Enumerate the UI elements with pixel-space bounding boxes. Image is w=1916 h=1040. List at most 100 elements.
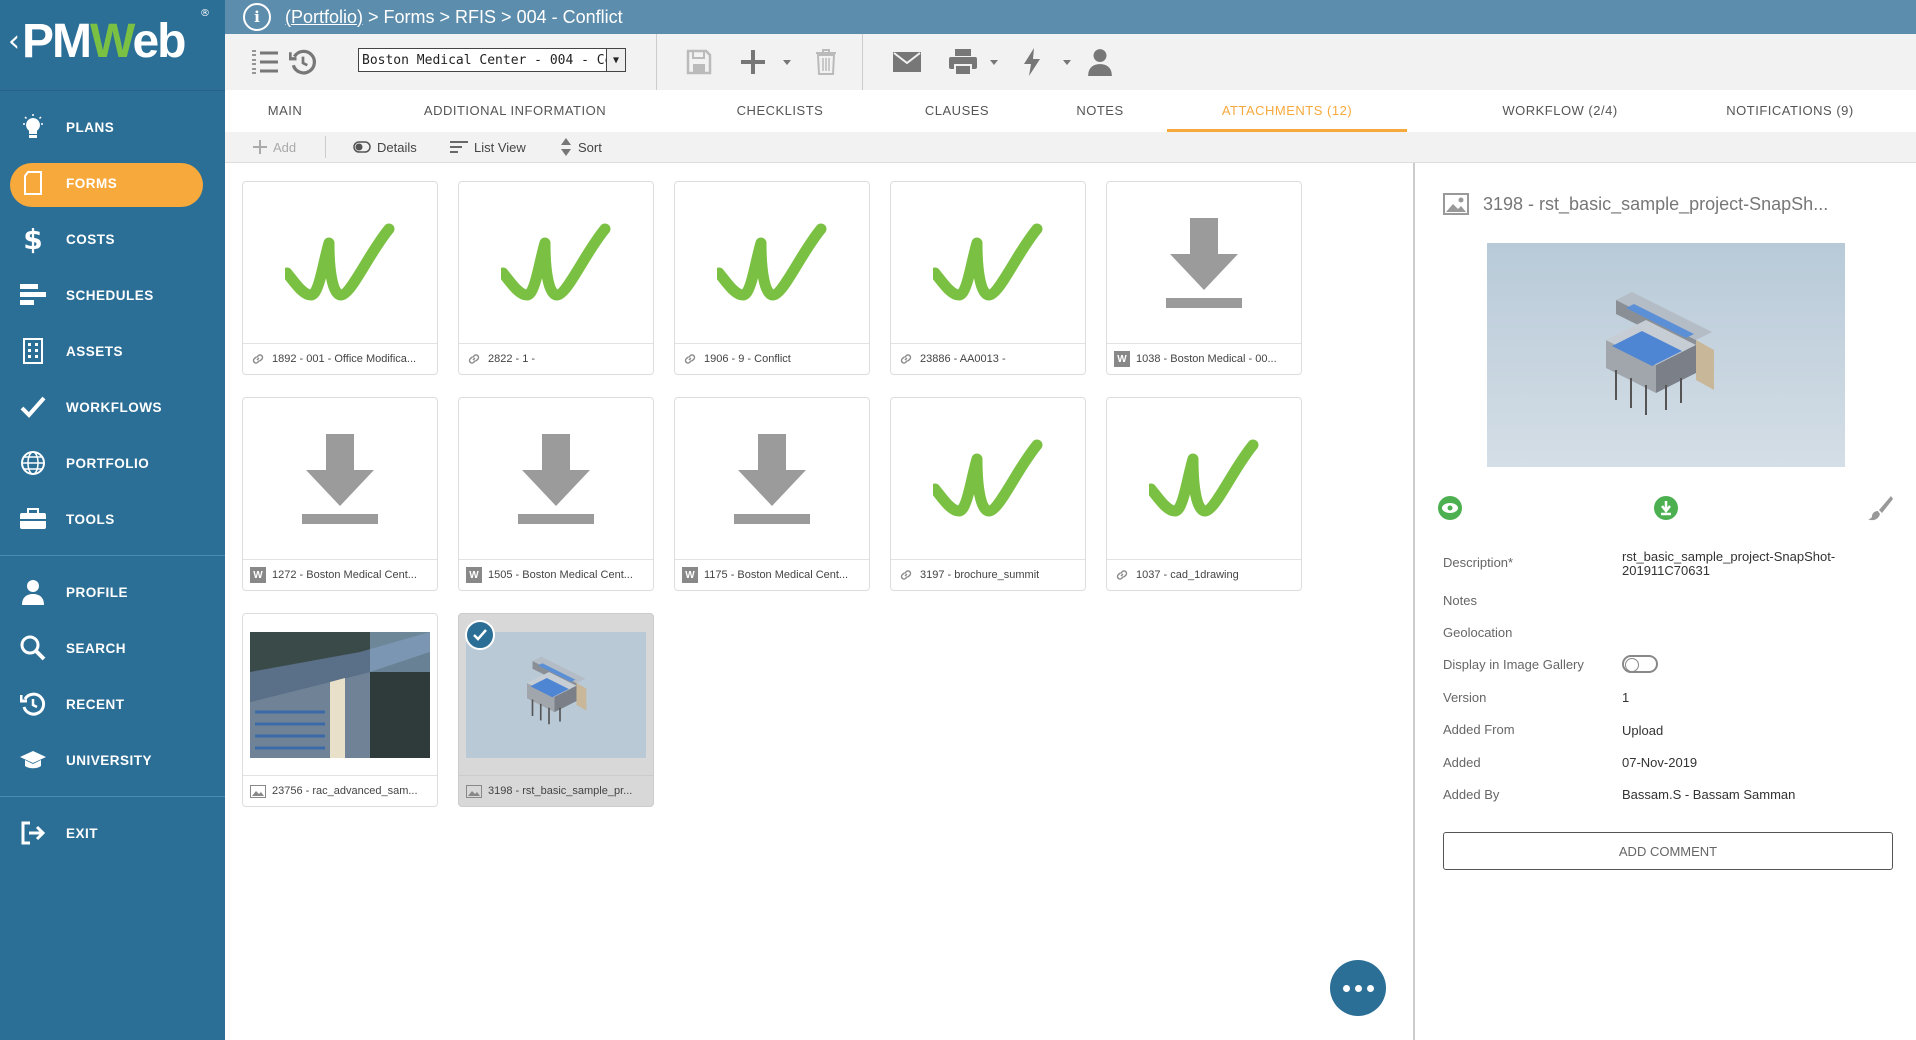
details-toggle[interactable]: Details <box>353 132 417 162</box>
person-icon[interactable] <box>1084 46 1116 78</box>
attachment-card[interactable]: 1892 - 001 - Office Modifica... <box>242 181 438 375</box>
attachment-caption-text: 3197 - brochure_summit <box>920 569 1040 581</box>
sidebar-item-profile[interactable]: PROFILE <box>0 564 225 620</box>
sidebar-item-tools[interactable]: TOOLS <box>0 491 225 547</box>
word-document-icon: W <box>1114 351 1130 367</box>
delete-icon[interactable] <box>810 46 842 78</box>
sidebar-item-search[interactable]: SEARCH <box>0 620 225 676</box>
link-icon <box>900 570 912 580</box>
dot <box>1354 984 1362 992</box>
add-attachment-button[interactable]: Add <box>253 132 296 162</box>
sidebar-item-label: WORKFLOWS <box>66 399 162 415</box>
history-icon <box>18 689 48 719</box>
tab-checklists[interactable]: CHECKLISTS <box>720 90 840 132</box>
sidebar-item-label: ASSETS <box>66 343 124 359</box>
attachment-card[interactable]: W 1175 - Boston Medical Cent... <box>674 397 870 591</box>
lightning-icon[interactable] <box>1016 46 1048 78</box>
list-icon[interactable] <box>249 46 281 78</box>
attachment-caption-text: 1272 - Boston Medical Cent... <box>272 569 417 581</box>
download-icon[interactable] <box>1653 495 1679 521</box>
list-view-button[interactable]: List View <box>450 132 526 162</box>
download-thumbnail <box>1107 182 1301 344</box>
sidebar-item-label: TOOLS <box>66 511 115 527</box>
logo[interactable]: ‹ PMWeb ® <box>0 0 225 91</box>
field-value-description[interactable]: rst_basic_sample_project-SnapShot-201911… <box>1622 550 1882 578</box>
sidebar-item-plans[interactable]: PLANS <box>0 99 225 155</box>
info-icon[interactable]: i <box>243 3 271 31</box>
tab-clauses[interactable]: CLAUSES <box>905 90 1009 132</box>
sidebar-item-assets[interactable]: ASSETS <box>0 323 225 379</box>
field-value-added-by: Bassam.S - Bassam Samman <box>1622 787 1796 802</box>
sidebar-item-label: COSTS <box>66 231 116 247</box>
breadcrumb: (Portfolio) > Forms > RFIS > 004 - Confl… <box>285 7 623 28</box>
word-document-icon: W <box>682 567 698 583</box>
image-icon <box>250 783 266 799</box>
print-dropdown-caret-icon[interactable] <box>990 60 998 65</box>
field-label-description: Description* <box>1443 555 1514 570</box>
chevron-down-icon[interactable]: ▼ <box>606 49 625 71</box>
add-comment-button[interactable]: ADD COMMENT <box>1443 832 1893 870</box>
divider <box>0 555 225 556</box>
tab-notes[interactable]: NOTES <box>1060 90 1140 132</box>
pmweb-logo-thumbnail <box>243 182 437 344</box>
save-icon[interactable] <box>683 46 715 78</box>
attachment-caption-text: 1892 - 001 - Office Modifica... <box>272 353 417 365</box>
view-icon[interactable] <box>1437 495 1463 521</box>
sidebar-item-workflows[interactable]: WORKFLOWS <box>0 379 225 435</box>
field-value-added: 07-Nov-2019 <box>1622 755 1698 770</box>
attachment-card[interactable]: W 1038 - Boston Medical - 00... <box>1106 181 1302 375</box>
download-thumbnail <box>459 398 653 560</box>
image-icon <box>1443 193 1469 215</box>
display-in-gallery-toggle[interactable] <box>1622 655 1658 673</box>
plus-icon <box>253 140 267 154</box>
record-select[interactable]: Boston Medical Center - 004 - Confli ▼ <box>358 48 626 72</box>
sidebar-item-exit[interactable]: EXIT <box>0 805 225 861</box>
link-icon <box>684 354 696 364</box>
history-icon[interactable] <box>287 46 319 78</box>
graduation-cap-icon <box>18 745 48 775</box>
sort-button[interactable]: Sort <box>560 132 602 162</box>
tab-main[interactable]: MAIN <box>245 90 325 132</box>
sidebar-item-label: SCHEDULES <box>66 287 154 303</box>
divider <box>862 34 863 90</box>
pmweb-logo-thumbnail <box>459 182 653 344</box>
attachment-caption: 3198 - rst_basic_sample_pr... <box>459 775 653 806</box>
attachment-card[interactable]: 23756 - rac_advanced_sam... <box>242 613 438 807</box>
attachment-card[interactable]: 3197 - brochure_summit <box>890 397 1086 591</box>
attachment-card[interactable]: 1906 - 9 - Conflict <box>674 181 870 375</box>
tab-notifications[interactable]: NOTIFICATIONS (9) <box>1690 90 1890 132</box>
sidebar-item-portfolio[interactable]: PORTFOLIO <box>0 435 225 491</box>
markup-brush-icon[interactable] <box>1867 495 1893 521</box>
tab-workflow[interactable]: WORKFLOW (2/4) <box>1455 90 1665 132</box>
field-label-added-from: Added From <box>1443 722 1515 737</box>
print-icon[interactable] <box>947 46 979 78</box>
image-icon <box>466 784 482 798</box>
attachment-card[interactable]: 23886 - AA0013 - <box>890 181 1086 375</box>
email-icon[interactable] <box>891 46 923 78</box>
selected-check-icon[interactable] <box>465 620 495 650</box>
building-photo-thumbnail <box>243 614 437 776</box>
tab-additional-information[interactable]: ADDITIONAL INFORMATION <box>395 90 635 132</box>
sidebar-item-recent[interactable]: RECENT <box>0 676 225 732</box>
attachment-caption: W 1175 - Boston Medical Cent... <box>675 559 869 590</box>
tab-attachments[interactable]: ATTACHMENTS (12) <box>1167 90 1407 132</box>
attachment-card[interactable]: W 1505 - Boston Medical Cent... <box>458 397 654 591</box>
attachment-card[interactable]: 3198 - rst_basic_sample_pr... <box>458 613 654 807</box>
sidebar-item-label: FORMS <box>66 175 118 191</box>
attachment-card[interactable]: W 1272 - Boston Medical Cent... <box>242 397 438 591</box>
exit-icon <box>18 818 48 848</box>
attachment-card[interactable]: 1037 - cad_1drawing <box>1106 397 1302 591</box>
more-actions-button[interactable] <box>1330 960 1386 1016</box>
attachment-card[interactable]: 2822 - 1 - <box>458 181 654 375</box>
sidebar-item-costs[interactable]: $ COSTS <box>0 211 225 267</box>
add-dropdown-caret-icon[interactable] <box>783 60 791 65</box>
add-icon[interactable] <box>737 46 769 78</box>
link-icon <box>1116 570 1128 580</box>
breadcrumb-portfolio-link[interactable]: (Portfolio) <box>285 7 363 27</box>
attachment-caption: W 1505 - Boston Medical Cent... <box>459 559 653 590</box>
sidebar-item-schedules[interactable]: SCHEDULES <box>0 267 225 323</box>
back-chevron-icon[interactable]: ‹ <box>8 24 20 59</box>
actions-dropdown-caret-icon[interactable] <box>1063 60 1071 65</box>
sidebar-item-university[interactable]: UNIVERSITY <box>0 732 225 788</box>
sidebar-item-forms[interactable]: FORMS <box>0 155 225 211</box>
